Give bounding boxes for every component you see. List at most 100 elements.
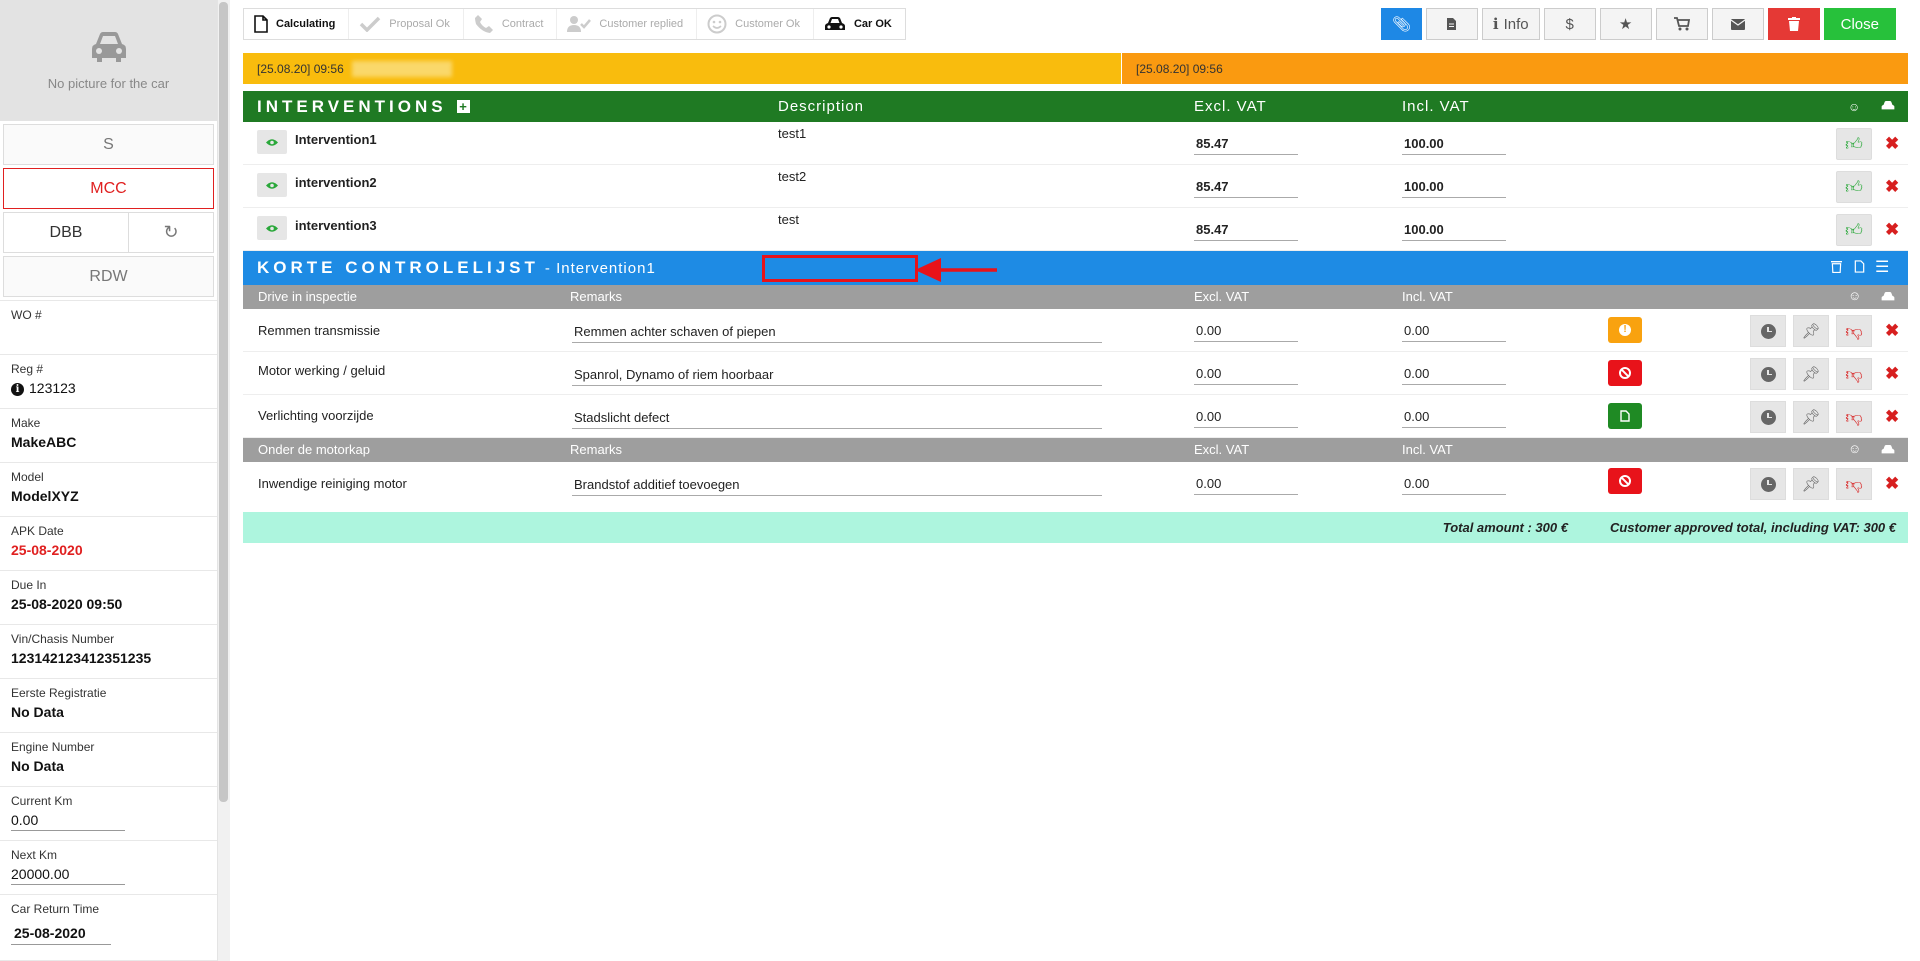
note-orange[interactable]: [25.08.20] 09:56 [1122,53,1908,84]
note-yellow[interactable]: [25.08.20] 09:56 [243,53,1122,84]
field-label: WO # [11,308,42,322]
step-proposal-ok[interactable]: Proposal Ok [349,9,464,39]
pin-icon: 📌︎ [1801,476,1821,493]
car-return-time-input[interactable]: 25-08-2020 [11,920,111,945]
approve-button[interactable]: 👍︎ [1836,214,1872,246]
pin-button[interactable]: 📌︎ [1793,401,1829,433]
history-button[interactable] [1750,401,1786,433]
reject-button[interactable]: 👎︎ [1836,401,1872,433]
email-button[interactable] [1711,8,1764,40]
incl-vat-input[interactable]: 100.00 [1402,136,1506,155]
field-value: MakeABC [11,434,77,450]
rdw-button[interactable]: RDW [3,256,214,297]
field-label: Current Km [11,794,73,808]
delete-icon[interactable]: ✖ [1885,134,1899,154]
intervention-description: test [778,212,799,227]
excl-vat-input[interactable]: 0.00 [1194,366,1298,385]
step-contract[interactable]: Contract [464,9,558,39]
status-blocked-button[interactable] [1608,468,1642,494]
eye-icon[interactable] [257,173,287,197]
mcc-button[interactable]: MCC [3,168,214,209]
history-button[interactable] [1750,468,1786,500]
remark-input[interactable]: Remmen achter schaven of piepen [572,324,1102,343]
dbb-button[interactable]: DBB [3,212,129,253]
refresh-icon[interactable]: ↻ [129,212,214,253]
incl-vat-input[interactable]: 100.00 [1402,222,1506,241]
s-button[interactable]: S [3,124,214,165]
excl-vat-input[interactable]: 0.00 [1194,409,1298,428]
notes-bar: [25.08.20] 09:56 [25.08.20] 09:56 [243,53,1908,84]
clock-icon [1760,366,1776,382]
field-reg: Reg # i 123123 [0,355,217,409]
approve-button[interactable]: 👍︎ [1836,128,1872,160]
document-button[interactable] [1425,8,1478,40]
eye-icon[interactable] [257,216,287,240]
pin-button[interactable]: 📌︎ [1793,358,1829,390]
info-icon[interactable]: i [11,383,24,396]
info-button[interactable]: i Info [1481,8,1540,40]
step-label: Calculating [276,18,336,30]
step-calculating[interactable]: Calculating [244,9,350,39]
excl-vat-input[interactable]: 0.00 [1194,476,1298,495]
checklist-item-name: Inwendige reiniging motor [258,476,407,491]
interventions-title: INTERVENTIONS [257,96,447,116]
intervention-description: test2 [778,169,807,184]
remark-input[interactable]: Stadslicht defect [572,410,1102,429]
incl-vat-input[interactable]: 0.00 [1402,323,1506,342]
delete-icon[interactable]: ✖ [1885,321,1899,341]
favorite-button[interactable]: ★ [1599,8,1652,40]
car-icon [1881,98,1895,115]
checklist-group-header: Drive in inspectie Remarks Excl. VAT Inc… [243,285,1908,309]
reject-button[interactable]: 👎︎ [1836,358,1872,390]
delete-icon[interactable]: ✖ [1885,474,1899,494]
history-button[interactable] [1750,315,1786,347]
pin-button[interactable]: 📌︎ [1793,315,1829,347]
reject-button[interactable]: 👎︎ [1836,468,1872,500]
delete-button[interactable] [1767,8,1820,40]
approve-button[interactable]: 👍︎ [1836,171,1872,203]
excl-vat-input[interactable]: 85.47 [1194,179,1298,198]
step-customer-ok[interactable]: Customer Ok [697,9,814,39]
trash-icon[interactable] [1831,260,1842,277]
excl-vat-input[interactable]: 85.47 [1194,222,1298,241]
remark-input[interactable]: Spanrol, Dynamo of riem hoorbaar [572,367,1102,386]
smiley-icon: ☺ [1848,288,1862,303]
field-label: Eerste Registratie [11,686,107,700]
step-customer-replied[interactable]: Customer replied [557,9,698,39]
col-remarks: Remarks [570,442,623,457]
cart-button[interactable] [1655,8,1708,40]
attachment-button[interactable]: 📎︎ [1380,8,1422,40]
sidebar-scrollbar-thumb[interactable] [219,2,228,802]
delete-icon[interactable]: ✖ [1885,220,1899,240]
status-blocked-button[interactable] [1608,360,1642,386]
step-car-ok[interactable]: Car OK [814,9,905,39]
delete-icon[interactable]: ✖ [1885,407,1899,427]
price-button[interactable]: $ [1543,8,1596,40]
delete-icon[interactable]: ✖ [1885,364,1899,384]
status-ok-button[interactable] [1608,403,1642,429]
user-check-icon [567,16,592,32]
next-km-input[interactable]: 20000.00 [11,866,125,885]
excl-vat-input[interactable]: 0.00 [1194,323,1298,342]
history-button[interactable] [1750,358,1786,390]
status-warning-button[interactable]: ! [1608,317,1642,343]
eye-icon[interactable] [257,130,287,154]
current-km-input[interactable]: 0.00 [11,812,125,831]
delete-icon[interactable]: ✖ [1885,177,1899,197]
incl-vat-input[interactable]: 0.00 [1402,366,1506,385]
car-icon [1881,290,1895,305]
incl-vat-input[interactable]: 100.00 [1402,179,1506,198]
pin-button[interactable]: 📌︎ [1793,468,1829,500]
close-button[interactable]: Close [1823,8,1896,40]
add-intervention-icon[interactable]: + [456,100,470,113]
excl-vat-input[interactable]: 85.47 [1194,136,1298,155]
col-excl-vat: Excl. VAT [1194,289,1250,304]
document-icon [1620,410,1630,422]
reject-button[interactable]: 👎︎ [1836,315,1872,347]
incl-vat-input[interactable]: 0.00 [1402,409,1506,428]
menu-icon[interactable]: ☰ [1875,257,1890,277]
checklist-item-name: Motor werking / geluid [258,363,386,378]
incl-vat-input[interactable]: 0.00 [1402,476,1506,495]
pdf-icon[interactable] [1854,260,1865,277]
remark-input[interactable]: Brandstof additief toevoegen [572,477,1102,496]
